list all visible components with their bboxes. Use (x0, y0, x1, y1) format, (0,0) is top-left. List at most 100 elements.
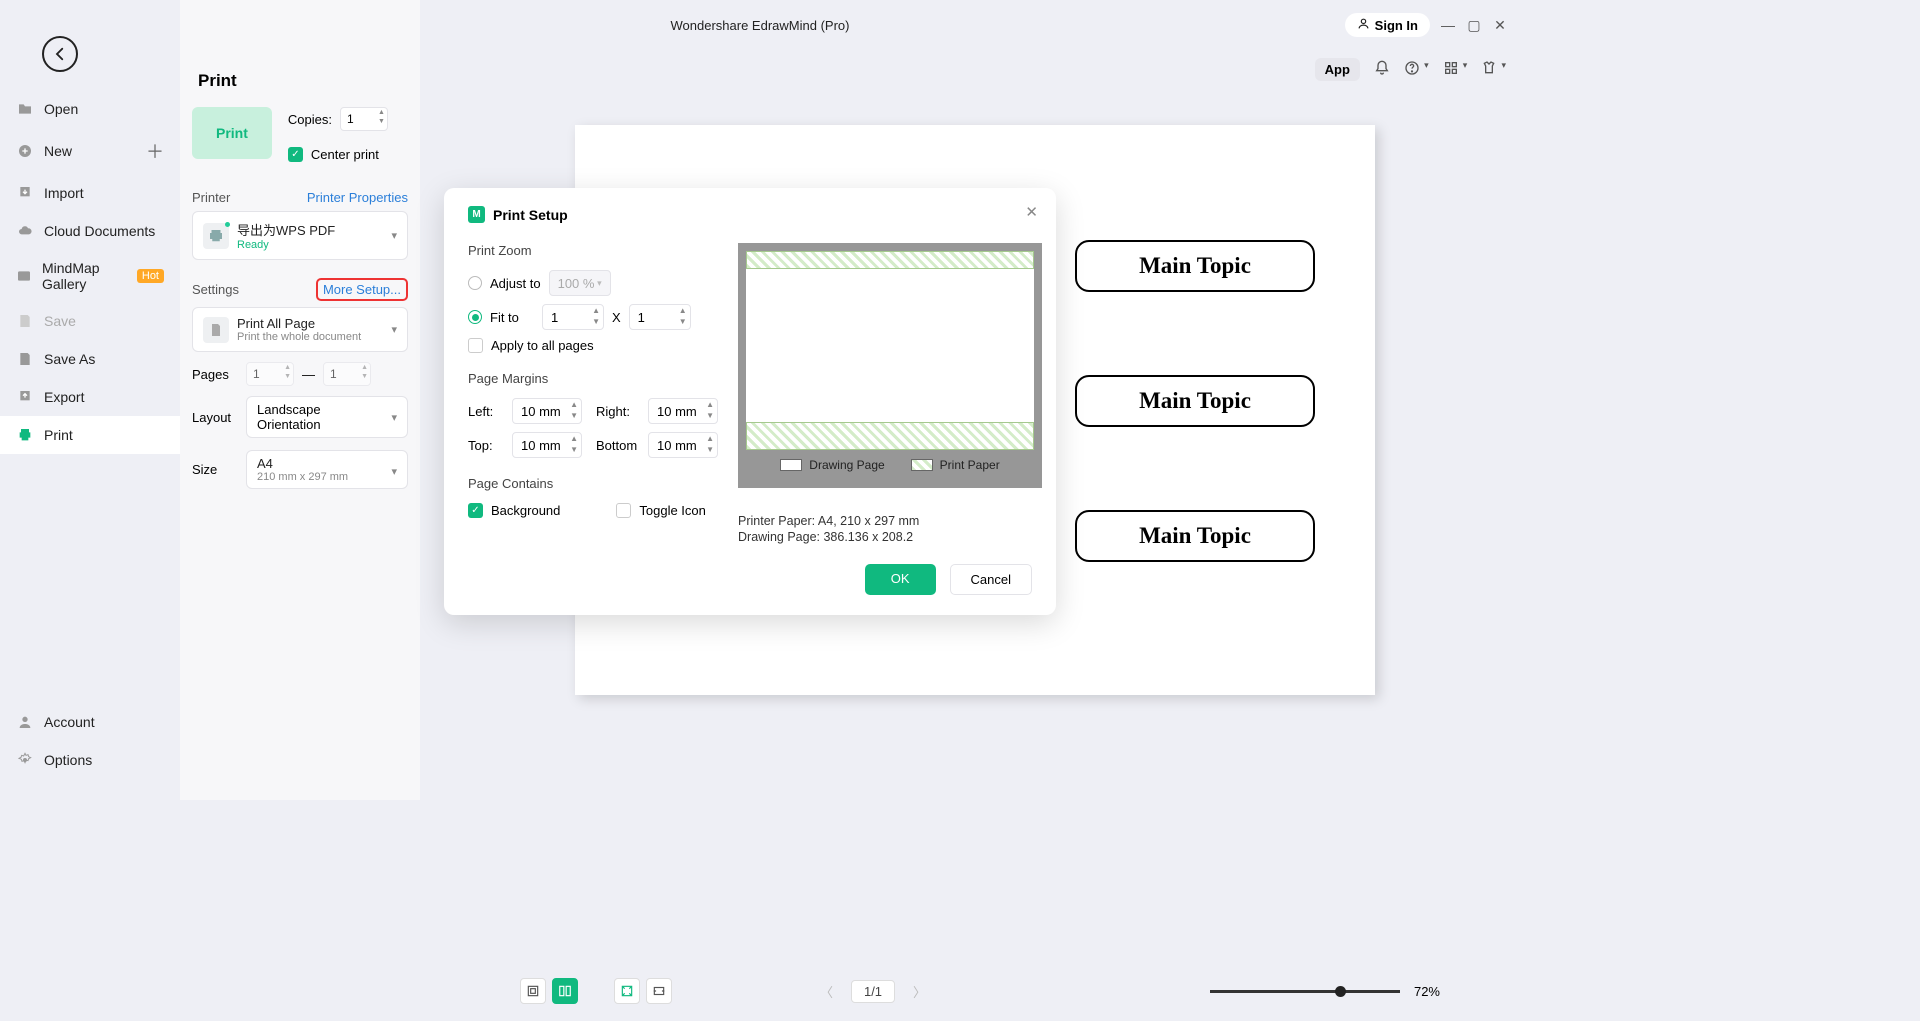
sidebar-item-gallery[interactable]: MindMap Gallery Hot (0, 250, 180, 302)
maximize-button[interactable]: ▢ (1466, 17, 1482, 33)
sidebar-item-label: Save As (44, 351, 95, 367)
sidebar-item-export[interactable]: Export (0, 378, 180, 416)
sign-in-button[interactable]: Sign In (1345, 13, 1430, 37)
pages-from-input[interactable]: 1▲▼ (246, 362, 294, 386)
background-checkbox[interactable]: ✓ (468, 503, 483, 518)
cancel-button[interactable]: Cancel (950, 564, 1032, 595)
legend-paper: Print Paper (940, 458, 1000, 472)
center-print-label: Center print (311, 147, 379, 162)
margin-left-input[interactable]: 10 mm▲▼ (512, 398, 582, 424)
layout-select[interactable]: Landscape Orientation ▾ (246, 396, 408, 438)
app-logo-icon: M (468, 206, 485, 223)
page-indicator: 1/1 (851, 980, 895, 1003)
margin-top-input[interactable]: 10 mm▲▼ (512, 432, 582, 458)
pages-to-input[interactable]: 1▲▼ (323, 362, 371, 386)
copies-value: 1 (347, 112, 354, 126)
view-multi-button[interactable] (552, 978, 578, 1004)
chevron-down-icon: ▾ (391, 323, 397, 336)
saveas-icon (16, 350, 34, 368)
top-tools: App ▾ ▾ ▾ (1315, 58, 1506, 81)
print-all-sub: Print the whole document (237, 331, 361, 343)
size-label: Size (192, 462, 238, 477)
drawing-page-info: Drawing Page: 386.136 x 208.2 (738, 530, 1042, 544)
print-all-label: Print All Page (237, 316, 361, 331)
sidebar-item-print[interactable]: Print (0, 416, 180, 454)
printer-select[interactable]: 导出为WPS PDF Ready ▾ (192, 211, 408, 260)
grid-icon[interactable]: ▾ (1443, 60, 1468, 80)
sidebar-item-label: Save (44, 313, 76, 329)
copies-label: Copies: (288, 112, 332, 127)
apply-all-checkbox[interactable] (468, 338, 483, 353)
fit-width-button[interactable] (646, 978, 672, 1004)
sidebar-item-open[interactable]: Open (0, 90, 180, 128)
sidebar-item-new[interactable]: New ＋ (0, 128, 180, 174)
adjust-to-input[interactable]: 100 %▾ (549, 270, 611, 296)
dialog-close-button[interactable]: ✕ (1025, 203, 1038, 221)
adjust-to-radio[interactable] (468, 276, 482, 290)
minimize-button[interactable]: — (1440, 17, 1456, 33)
plus-circle-icon (16, 142, 34, 160)
printer-icon (16, 426, 34, 444)
fit-height-input[interactable]: 1▲▼ (629, 304, 691, 330)
app-pill[interactable]: App (1315, 58, 1360, 81)
print-scope-select[interactable]: Print All Page Print the whole document … (192, 307, 408, 352)
print-button[interactable]: Print (192, 107, 272, 159)
sidebar-item-import[interactable]: Import (0, 174, 180, 212)
fit-width-input[interactable]: 1▲▼ (542, 304, 604, 330)
adjust-to-label: Adjust to (490, 276, 541, 291)
sidebar-item-label: Open (44, 101, 78, 117)
user-icon (1357, 17, 1370, 33)
fit-to-radio[interactable] (468, 310, 482, 324)
margin-top-label: Top: (468, 438, 504, 453)
margin-right-input[interactable]: 10 mm▲▼ (648, 398, 718, 424)
view-single-button[interactable] (520, 978, 546, 1004)
printer-name: 导出为WPS PDF (237, 220, 335, 239)
sidebar-item-account[interactable]: Account (0, 703, 180, 741)
settings-section-label: Settings (192, 282, 239, 297)
printer-properties-link[interactable]: Printer Properties (307, 190, 408, 205)
printer-status: Ready (237, 239, 335, 251)
topic-box: Main Topic (1075, 375, 1315, 427)
dash: — (302, 367, 315, 382)
sidebar-item-label: Options (44, 752, 92, 768)
x-label: X (612, 310, 621, 325)
gear-icon (16, 751, 34, 769)
sidebar-item-cloud[interactable]: Cloud Documents (0, 212, 180, 250)
sidebar-item-saveas[interactable]: Save As (0, 340, 180, 378)
sidebar-item-save[interactable]: Save (0, 302, 180, 340)
page-icon (203, 317, 229, 343)
margins-heading: Page Margins (468, 371, 718, 386)
ok-button[interactable]: OK (865, 564, 936, 595)
export-icon (16, 388, 34, 406)
contains-heading: Page Contains (468, 476, 718, 491)
hot-badge: Hot (137, 269, 164, 283)
copies-input[interactable]: 1 ▲▼ (340, 107, 388, 131)
toggle-icon-checkbox[interactable] (616, 503, 631, 518)
zoom-slider[interactable] (1210, 990, 1400, 993)
size-select[interactable]: A4 210 mm x 297 mm ▾ (246, 450, 408, 489)
sidebar-item-label: Print (44, 427, 73, 443)
fit-to-label: Fit to (490, 310, 534, 325)
close-button[interactable]: ✕ (1492, 17, 1508, 33)
sidebar-item-options[interactable]: Options (0, 741, 180, 779)
sidebar-item-label: Account (44, 714, 95, 730)
shirt-icon[interactable]: ▾ (1481, 60, 1506, 80)
add-icon[interactable]: ＋ (146, 138, 164, 164)
back-button[interactable] (42, 36, 78, 72)
print-heading: Print (198, 71, 408, 91)
margin-bottom-input[interactable]: 10 mm▲▼ (648, 432, 718, 458)
center-print-checkbox[interactable]: ✓ (288, 147, 303, 162)
sidebar-item-label: New (44, 143, 72, 159)
fit-page-button[interactable] (614, 978, 640, 1004)
help-icon[interactable]: ▾ (1404, 60, 1429, 80)
next-page-button[interactable]: 〉 (913, 982, 926, 1001)
prev-page-button[interactable]: 〈 (820, 982, 833, 1001)
print-setup-dialog: M Print Setup ✕ Print Zoom Adjust to 100… (444, 188, 1056, 615)
chevron-down-icon: ▾ (391, 465, 397, 478)
zoom-heading: Print Zoom (468, 243, 718, 258)
chevron-down-icon: ▾ (391, 411, 397, 424)
sidebar-item-label: MindMap Gallery (42, 260, 123, 292)
printer-section-label: Printer (192, 190, 230, 205)
more-setup-link[interactable]: More Setup... (316, 278, 408, 301)
bell-icon[interactable] (1374, 60, 1390, 80)
